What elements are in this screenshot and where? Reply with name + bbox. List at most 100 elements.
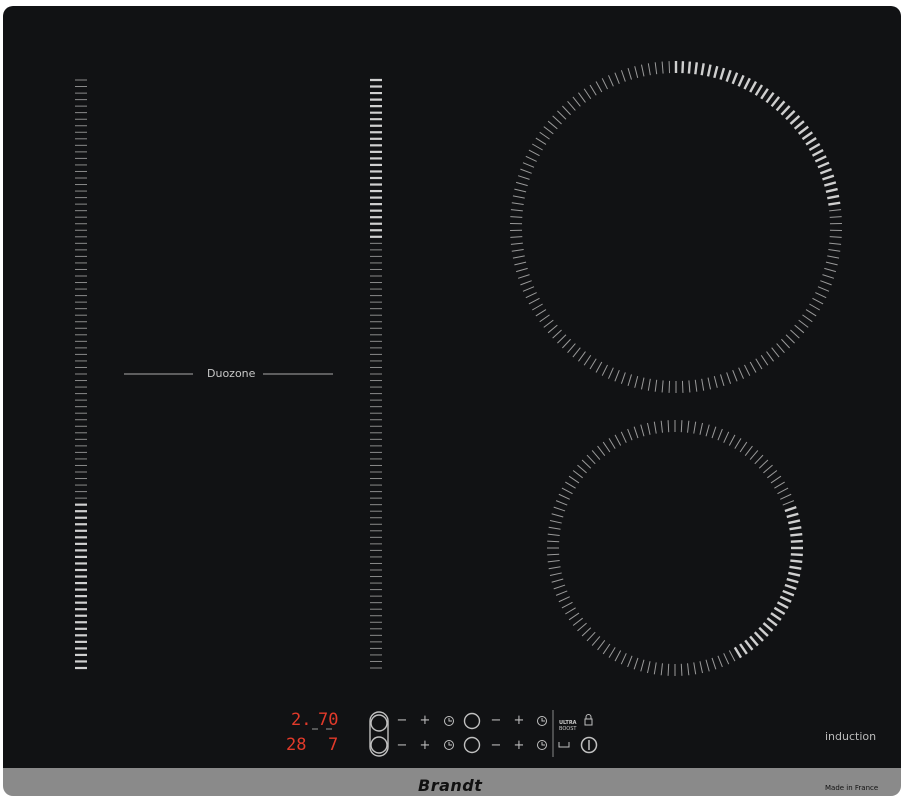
front-right-zone-tick bbox=[620, 431, 627, 443]
rear-right-zone-tick bbox=[776, 343, 785, 353]
front-right-zone-tick bbox=[723, 653, 730, 665]
rear-right-plus-button[interactable]: + bbox=[513, 714, 525, 728]
rear-right-zone-tick bbox=[825, 187, 838, 194]
front-right-zone-tick bbox=[774, 481, 785, 489]
front-right-zone-tick bbox=[547, 553, 560, 556]
front-right-zone-tick bbox=[667, 420, 670, 433]
rear-right-zone-tick bbox=[543, 126, 554, 135]
front-right-zone-tick bbox=[548, 566, 561, 570]
rear-right-zone-tick bbox=[694, 379, 698, 392]
rear-right-zone-tick bbox=[634, 66, 639, 78]
rear-right-zone-tick bbox=[726, 372, 732, 384]
front-right-zone-tick bbox=[633, 426, 639, 439]
rear-right-zone-tick bbox=[525, 155, 537, 162]
front-left-minus-button[interactable]: − bbox=[396, 739, 408, 753]
rear-right-zone-tick bbox=[647, 378, 651, 391]
rear-right-minus-button[interactable]: − bbox=[490, 714, 502, 728]
rear-right-zone-tick bbox=[572, 96, 581, 107]
front-right-zone-tick bbox=[693, 421, 697, 434]
front-right-zone-tick bbox=[789, 565, 802, 570]
rear-right-zone-tick bbox=[827, 255, 840, 259]
cooking-zone-markings bbox=[75, 61, 842, 757]
front-right-zone-tick bbox=[779, 595, 792, 603]
front-right-zone-tick bbox=[754, 454, 764, 465]
front-right-zone-tick bbox=[577, 464, 587, 474]
front-right-zone-tick bbox=[788, 571, 801, 577]
front-right-zone-tick bbox=[572, 617, 583, 626]
rear-right-zone-tick bbox=[647, 63, 651, 76]
rear-right-zone-tick bbox=[812, 297, 824, 305]
front-right-zone-tick bbox=[597, 640, 606, 651]
front-right-zone-tick bbox=[744, 445, 753, 456]
rear-right-zone-tick bbox=[760, 354, 769, 366]
front-right-zone-tick bbox=[568, 612, 580, 621]
induction-hob: Duozone induction 2. 70 28 7 − + − + − +… bbox=[3, 6, 901, 796]
rear-right-zone-tick bbox=[720, 374, 725, 387]
rear-right-zone-tick bbox=[539, 131, 550, 140]
made-in-label: Made in France bbox=[825, 784, 879, 792]
front-right-zone-tick bbox=[553, 506, 566, 512]
front-right-zone-tick bbox=[705, 659, 710, 672]
front-right-zone-tick bbox=[770, 475, 782, 484]
rear-left-minus-button[interactable]: − bbox=[396, 714, 408, 728]
rear-right-zone-tick bbox=[634, 376, 639, 388]
rear-right-zone-tick bbox=[808, 142, 821, 152]
rear-right-zone-tick bbox=[668, 61, 671, 74]
front-right-zone-tick bbox=[773, 606, 786, 616]
front-right-zone-tick bbox=[699, 661, 704, 674]
timer-hand-icon bbox=[448, 718, 452, 722]
front-right-zone-tick bbox=[790, 539, 803, 543]
rear-right-zone-tick bbox=[822, 174, 835, 181]
timer-hand-icon bbox=[448, 742, 452, 746]
front-right-plus-button[interactable]: + bbox=[513, 739, 525, 753]
front-right-zone-tick bbox=[790, 553, 803, 557]
front-right-zone-tick bbox=[758, 626, 769, 637]
front-right-zone-tick bbox=[705, 424, 710, 437]
front-right-zone-tick bbox=[777, 487, 789, 495]
rear-right-zone-tick bbox=[822, 274, 835, 279]
display-top-left: 2. bbox=[291, 710, 312, 730]
ultra-boost-button[interactable]: ULTRA BOOST bbox=[559, 720, 577, 732]
rear-right-zone-tick bbox=[535, 137, 547, 145]
rear-right-zone-tick bbox=[793, 120, 805, 130]
rear-right-zone-tick bbox=[514, 188, 527, 193]
front-right-zone-tick bbox=[782, 589, 795, 597]
rear-right-zone-tick bbox=[809, 303, 821, 311]
rear-right-zone-tick bbox=[805, 309, 817, 317]
front-right-zone-tick bbox=[749, 635, 759, 647]
front-right-zone-tick bbox=[749, 450, 759, 460]
front-right-minus-button[interactable]: − bbox=[490, 739, 502, 753]
front-right-zone-tick bbox=[767, 470, 778, 479]
rear-right-zone-tick bbox=[681, 61, 685, 74]
front-right-zone-tick bbox=[551, 578, 564, 583]
rear-right-zone-tick bbox=[578, 351, 586, 362]
front-right-zone-tick bbox=[602, 441, 611, 453]
front-right-zone-tick bbox=[581, 627, 592, 637]
rear-right-zone-tick bbox=[817, 286, 830, 292]
front-right-zone-tick bbox=[555, 590, 568, 596]
front-left-plus-button[interactable]: + bbox=[419, 739, 431, 753]
rear-left-zone-selector-icon bbox=[370, 714, 388, 732]
rear-right-zone-tick bbox=[707, 377, 712, 390]
front-right-zone-tick bbox=[728, 434, 736, 446]
front-right-zone-tick bbox=[653, 662, 657, 675]
front-right-zone-tick bbox=[723, 431, 730, 443]
rear-left-plus-button[interactable]: + bbox=[419, 714, 431, 728]
rear-right-zone-tick bbox=[511, 202, 524, 205]
rear-right-zone-tick bbox=[771, 347, 780, 358]
rear-right-zone-tick bbox=[589, 84, 597, 96]
rear-right-zone-tick bbox=[661, 61, 664, 74]
rear-right-zone-tick bbox=[520, 168, 532, 174]
rear-right-zone-tick bbox=[614, 72, 620, 84]
rear-right-zone-tick bbox=[520, 280, 532, 286]
front-right-zone-tick bbox=[728, 650, 736, 662]
front-right-zone-tick bbox=[762, 622, 774, 632]
rear-right-zone-tick bbox=[789, 115, 801, 125]
rear-right-zone-tick bbox=[572, 347, 581, 358]
rear-right-zone-tick bbox=[713, 65, 719, 79]
rear-right-zone-tick bbox=[828, 249, 841, 252]
front-right-zone-tick bbox=[790, 559, 803, 564]
front-right-zone-tick bbox=[763, 464, 773, 474]
rear-right-zone-tick bbox=[522, 162, 535, 168]
front-right-zone-tick bbox=[711, 426, 717, 439]
